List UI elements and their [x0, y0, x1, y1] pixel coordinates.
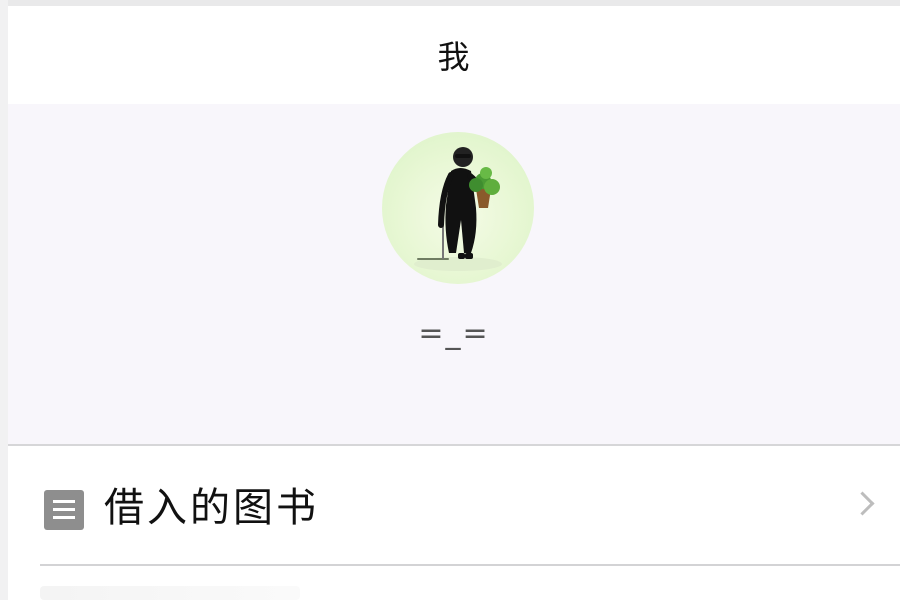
chevron-right-icon: [850, 491, 875, 516]
menu-divider: [40, 564, 900, 566]
navigation-bar: 我: [8, 6, 900, 104]
avatar-icon: [414, 147, 502, 271]
menu-item-borrowed-books[interactable]: 借入的图书: [8, 446, 900, 564]
left-edge-rail: [0, 0, 8, 600]
book-list-icon: [44, 490, 84, 530]
partially-visible-next-row: [40, 586, 300, 600]
menu-item-label: 借入的图书: [104, 485, 319, 531]
profile-section: =_=: [8, 104, 900, 446]
app-screen: 我 =_= 借入的图书: [0, 0, 900, 600]
avatar[interactable]: [382, 132, 534, 284]
page-title: 我: [437, 38, 471, 76]
profile-nickname: =_=: [418, 316, 490, 351]
